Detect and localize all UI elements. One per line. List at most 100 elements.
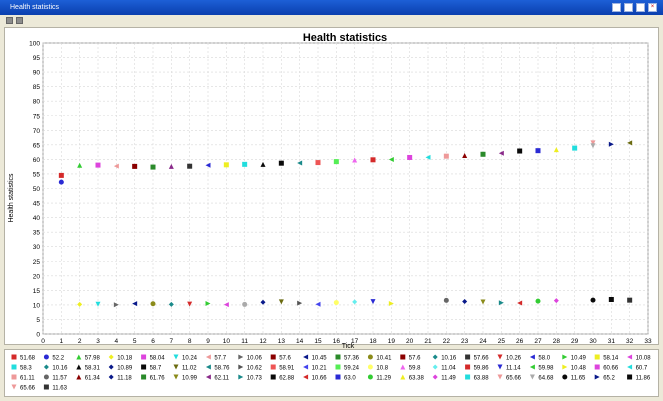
legend-marker (465, 374, 471, 380)
y-tick-label: 35 (33, 230, 41, 237)
data-point (150, 164, 156, 170)
legend-marker (11, 354, 17, 360)
data-point (333, 159, 339, 165)
legend-label: 57.98 (85, 356, 101, 362)
x-tick-label: 18 (369, 338, 377, 345)
y-tick-label: 75 (33, 113, 41, 120)
legend-marker (205, 374, 211, 380)
legend-marker (173, 354, 179, 360)
y-tick-label: 80 (33, 99, 41, 106)
legend-label: 52.2 (52, 356, 64, 362)
legend-label: 58.91 (279, 366, 295, 372)
x-tick-label: 4 (115, 338, 119, 345)
legend-marker (173, 364, 179, 370)
legend-label: 64.68 (538, 376, 554, 382)
legend-label: 63.88 (474, 376, 490, 382)
x-tick-label: 17 (351, 338, 359, 345)
legend-marker (335, 374, 341, 380)
data-point (480, 151, 486, 157)
legend-marker (238, 354, 244, 360)
legend: 51.68 52.2 57.98 10.18 58.04 10.24 57.7 10.06 57… (4, 349, 659, 397)
data-point (150, 301, 156, 307)
legend-marker (400, 374, 406, 380)
chart-panel: Health statistics Health statistics Tick… (4, 27, 659, 350)
data-point (242, 301, 248, 307)
y-tick-label: 0 (36, 332, 40, 339)
y-axis-label: Health statistics (8, 173, 15, 223)
x-tick-label: 12 (259, 338, 267, 345)
legend-marker (43, 354, 49, 360)
legend-label: 10.24 (182, 356, 198, 362)
legend-marker (594, 364, 600, 370)
legend-marker (205, 364, 211, 370)
legend-label: 10.89 (117, 366, 133, 372)
legend-label: 58.14 (603, 356, 619, 362)
legend-label: 65.2 (603, 376, 615, 382)
data-point (95, 162, 101, 168)
data-point (223, 162, 229, 168)
y-tick-label: 100 (29, 41, 40, 48)
legend-label: 10.41 (376, 356, 392, 362)
legend-marker (594, 354, 600, 360)
chart-title: Health statistics (303, 32, 387, 44)
legend-marker (465, 364, 471, 370)
y-tick-label: 15 (33, 288, 41, 295)
data-point (608, 296, 614, 302)
save-icon[interactable] (6, 17, 13, 24)
legend-label: 10.66 (312, 376, 328, 382)
legend-marker (497, 364, 503, 370)
legend-label: 11.29 (376, 376, 391, 382)
minimize-icon[interactable] (612, 3, 621, 12)
legend-marker (303, 354, 309, 360)
legend-marker (238, 374, 244, 380)
legend-marker (432, 364, 438, 370)
legend-label: 61.76 (150, 376, 166, 382)
legend-marker (11, 374, 17, 380)
legend-label: 11.18 (117, 376, 132, 382)
x-tick-label: 21 (424, 338, 432, 345)
legend-marker (141, 364, 147, 370)
legend-label: 10.06 (247, 356, 263, 362)
x-tick-label: 8 (188, 338, 192, 345)
legend-label: 59.98 (538, 366, 554, 372)
legend-marker (529, 364, 535, 370)
legend-label: 10.26 (506, 356, 522, 362)
legend-marker (11, 384, 17, 390)
restore-icon[interactable] (624, 3, 633, 12)
pin-icon[interactable] (636, 3, 645, 12)
footer (4, 397, 659, 401)
x-tick-label: 31 (608, 338, 616, 345)
x-tick-label: 23 (461, 338, 469, 345)
x-tick-label: 9 (206, 338, 210, 345)
x-tick-label: 6 (151, 338, 155, 345)
legend-label: 59.24 (344, 366, 360, 372)
legend-label: 11.49 (441, 376, 456, 382)
legend-marker (108, 354, 114, 360)
legend-label: 11.57 (52, 376, 67, 382)
legend-label: 59.86 (474, 366, 490, 372)
y-ticks: 0 5 10 15 20 25 30 35 40 45 50 55 60 65 70 75 80 85 90 95 10… (29, 41, 40, 339)
legend-marker (270, 354, 276, 360)
x-tick-label: 3 (96, 338, 100, 345)
legend-label: 62.11 (214, 376, 229, 382)
data-point (315, 160, 321, 166)
data-point (370, 157, 376, 163)
x-tick-label: 7 (170, 338, 174, 345)
x-tick-label: 32 (626, 338, 634, 345)
legend-label: 65.66 (20, 386, 36, 392)
y-tick-label: 30 (33, 244, 41, 251)
print-icon[interactable] (16, 17, 23, 24)
x-tick-label: 24 (479, 338, 487, 345)
y-tick-label: 55 (33, 171, 41, 178)
x-tick-label: 33 (644, 338, 652, 345)
data-point (572, 145, 578, 151)
legend-label: 10.73 (247, 376, 263, 382)
legend-marker (562, 374, 568, 380)
x-tick-label: 2 (78, 338, 82, 345)
legend-marker (627, 364, 633, 370)
legend-label: 10.99 (182, 376, 198, 382)
legend-marker (43, 384, 49, 390)
legend-marker (562, 364, 568, 370)
y-tick-label: 5 (36, 317, 40, 324)
close-icon[interactable]: × (648, 3, 657, 12)
